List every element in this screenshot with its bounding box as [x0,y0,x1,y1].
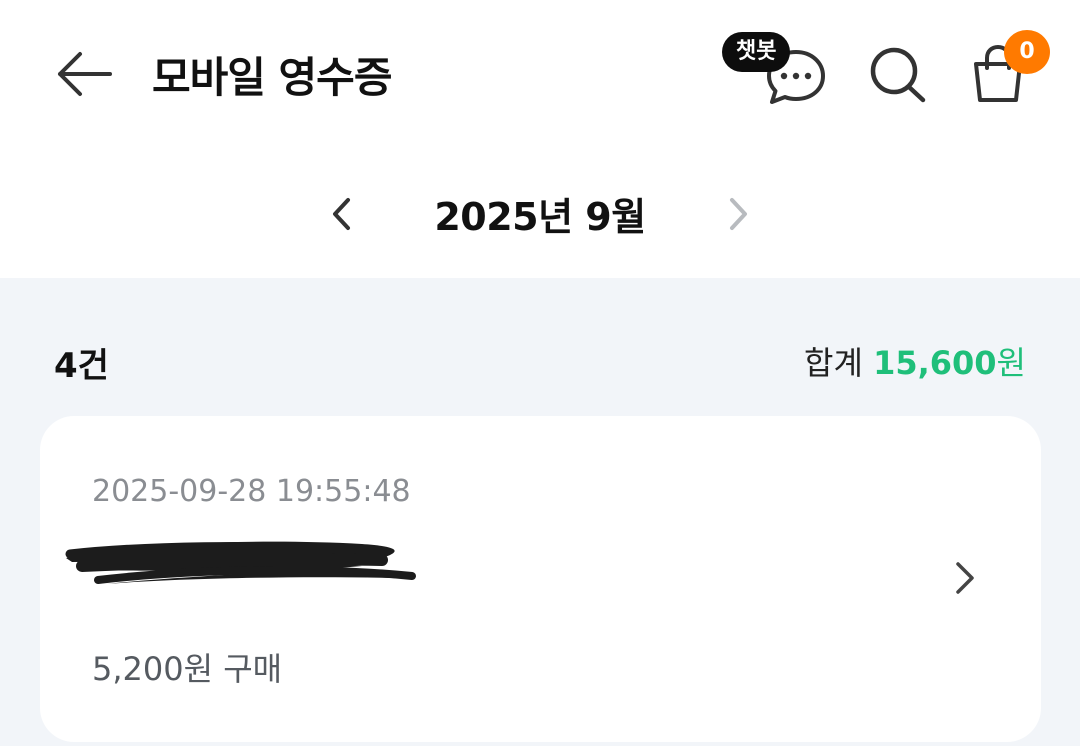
chatbot-badge: 챗봇 [722,32,791,72]
total-unit: 원 [996,344,1026,382]
receipt-amount: 5,200원 구매 [92,650,283,688]
cart-count-badge: 0 [1004,30,1050,74]
next-month-button[interactable] [714,190,762,238]
back-button[interactable] [52,46,116,102]
receipt-card[interactable]: 2025-09-28 19:55:48 5,200원 구매 [40,416,1041,742]
receipt-count: 4건 [54,346,109,386]
receipt-list-area: 4건 합계 15,600원 2025-09-28 19:55:48 5,200원… [0,278,1080,746]
chevron-right-icon [956,562,974,594]
chevron-right-icon [730,198,747,230]
page-title: 모바일 영수증 [152,53,392,102]
month-label: 2025년 9월 [434,195,646,239]
top-app-bar: 모바일 영수증 챗봇 0 [0,0,1080,150]
search-icon [870,47,926,103]
receipt-datetime: 2025-09-28 19:55:48 [92,474,411,509]
month-navigation: 2025년 9월 [0,150,1080,278]
arrow-left-icon [58,52,112,96]
total-label: 합계 [804,344,863,382]
redacted-store-name [65,541,416,584]
mobile-receipt-page: 모바일 영수증 챗봇 0 2025년 9월 4건 합계 15,600원 2025… [0,0,1080,746]
total-summary: 합계 15,600원 [804,338,1026,384]
total-amount: 15,600 [873,344,997,382]
search-button[interactable] [866,44,930,106]
